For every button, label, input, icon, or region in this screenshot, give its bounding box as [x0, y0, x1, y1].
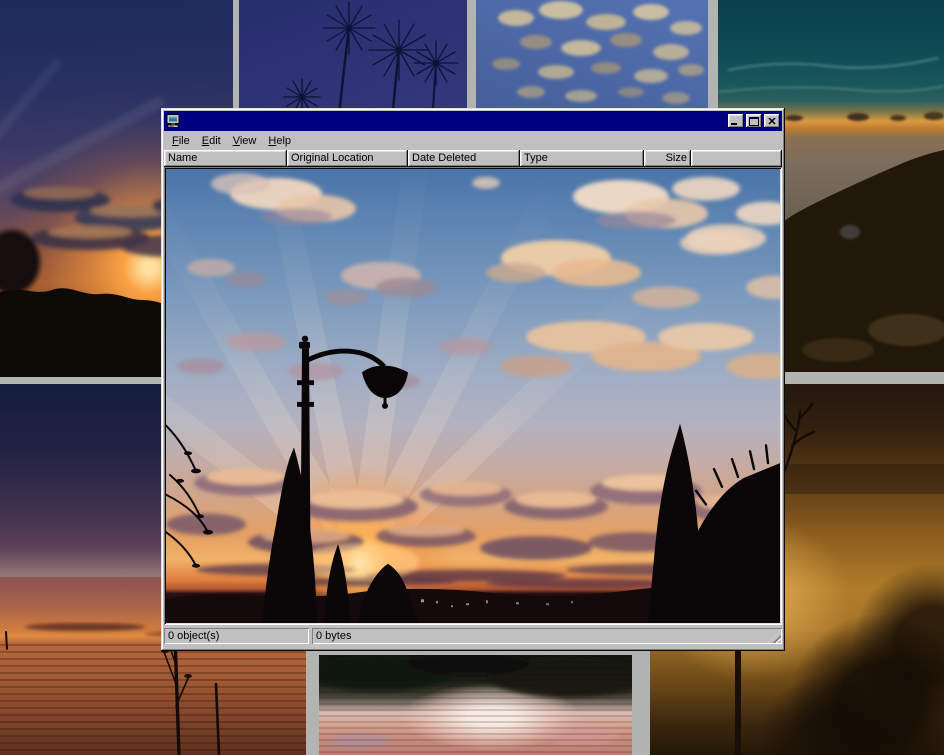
left-branches: [166, 426, 208, 566]
menu-bar: File Edit View Help: [164, 131, 782, 150]
status-object-count: 0 object(s): [164, 628, 309, 644]
maximize-icon[interactable]: [746, 114, 762, 128]
computer-icon[interactable]: [166, 114, 180, 128]
status-bytes-text: 0 bytes: [316, 630, 351, 642]
column-header-original-location[interactable]: Original Location: [287, 150, 408, 167]
status-bar: 0 object(s) 0 bytes: [164, 625, 782, 648]
wallpaper-photo-lake-reflection: [319, 655, 632, 755]
menu-view[interactable]: View: [227, 133, 263, 149]
status-bytes: 0 bytes: [312, 628, 782, 644]
resize-grip-icon[interactable]: [768, 630, 781, 643]
column-header-type[interactable]: Type: [520, 150, 644, 167]
desktop: File Edit View Help Name Original Locati…: [0, 0, 944, 755]
minimize-icon[interactable]: [728, 114, 744, 128]
reflection-ripples: [319, 655, 632, 755]
list-view-empty: [164, 167, 782, 625]
window-controls: [726, 114, 780, 128]
column-header-name[interactable]: Name: [164, 150, 287, 167]
column-headers: Name Original Location Date Deleted Type…: [164, 150, 782, 167]
titlebar[interactable]: [164, 111, 782, 131]
menu-file[interactable]: File: [166, 133, 196, 149]
menu-help[interactable]: Help: [262, 133, 297, 149]
silhouettes-art: [166, 169, 780, 623]
recycle-bin-window: File Edit View Help Name Original Locati…: [161, 108, 785, 651]
column-header-date-deleted[interactable]: Date Deleted: [408, 150, 520, 167]
column-header-size[interactable]: Size: [644, 150, 691, 167]
window-background-sunset-photo: [166, 169, 780, 623]
close-icon[interactable]: [764, 114, 780, 128]
menu-edit[interactable]: Edit: [196, 133, 227, 149]
column-header-filler[interactable]: [691, 150, 782, 167]
